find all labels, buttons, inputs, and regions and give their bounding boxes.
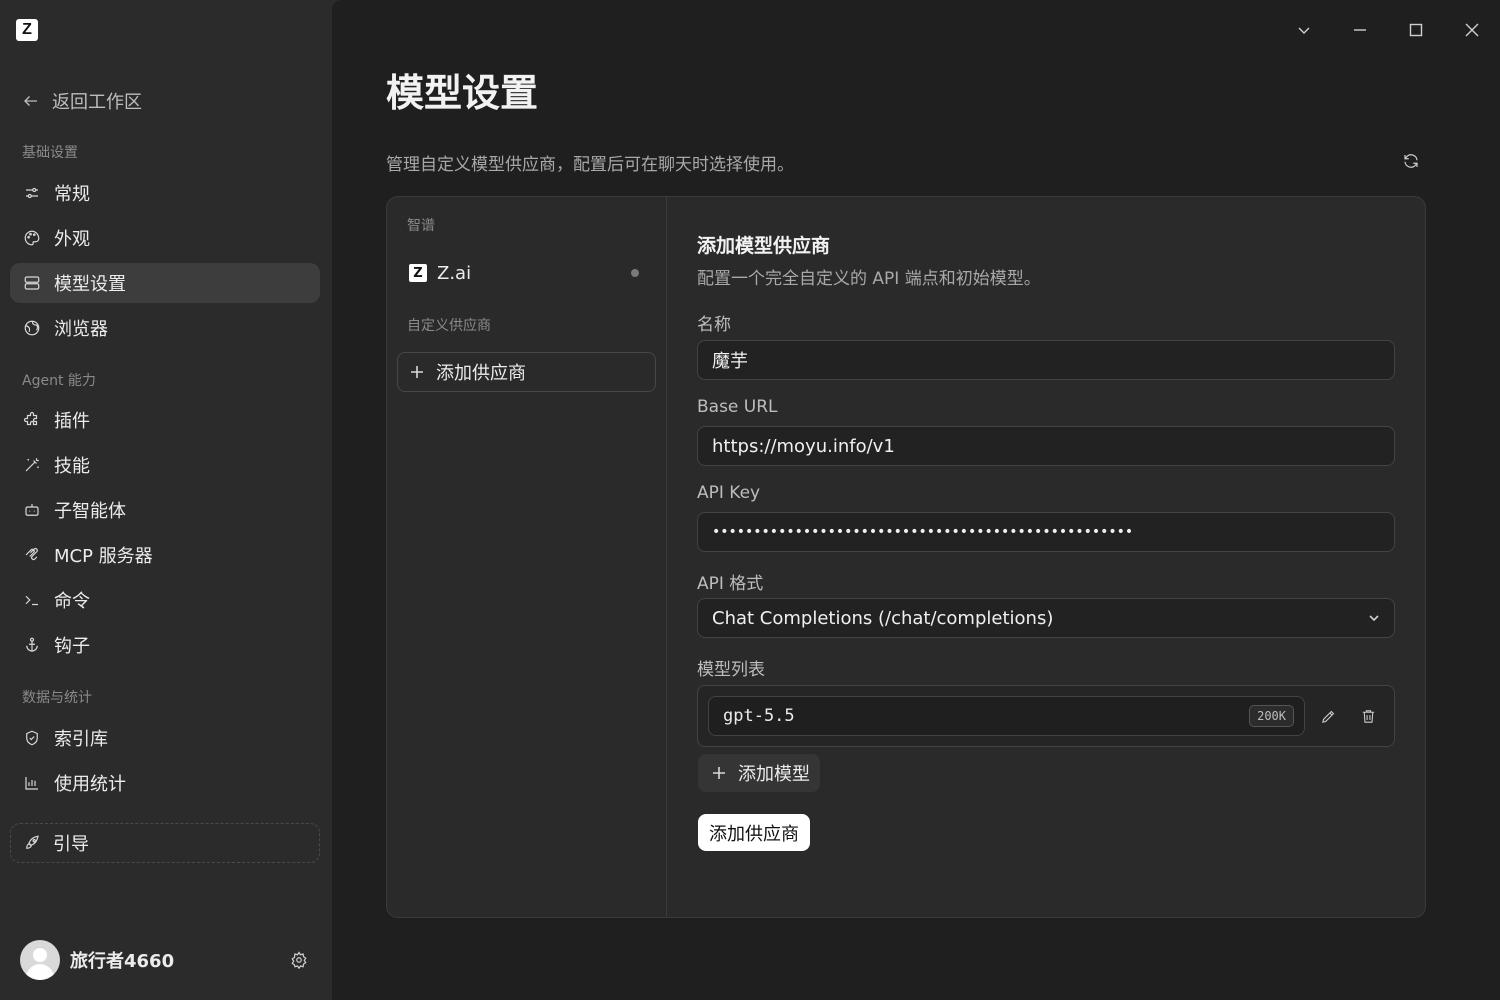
sidebar-item-browser[interactable]: 浏览器 — [10, 308, 320, 348]
sidebar-item-plugins[interactable]: 插件 — [10, 400, 320, 440]
list-item: gpt-5.5 200K — [708, 696, 1305, 736]
minimize-icon[interactable] — [1332, 0, 1388, 60]
gear-icon[interactable] — [288, 949, 310, 971]
shield-icon — [22, 728, 42, 748]
submit-add-provider-button[interactable]: 添加供应商 — [698, 814, 810, 851]
sidebar-item-usage-stats[interactable]: 使用统计 — [10, 763, 320, 803]
provider-item-zai[interactable]: Z Z.ai — [397, 253, 655, 293]
maximize-icon[interactable] — [1388, 0, 1444, 60]
page-title: 模型设置 — [386, 71, 539, 115]
section-label-basic: 基础设置 — [22, 145, 78, 161]
globe-icon — [22, 318, 42, 338]
form-subtitle: 配置一个完全自定义的 API 端点和初始模型。 — [697, 269, 1041, 289]
provider-list: 智谱 Z Z.ai 自定义供应商 添加供应商 — [387, 197, 667, 917]
arrow-left-icon — [24, 96, 37, 106]
puzzle-icon — [22, 410, 42, 430]
sidebar-item-model-settings[interactable]: 模型设置 — [10, 263, 320, 303]
palette-icon — [22, 228, 42, 248]
provider-group-custom: 自定义供应商 — [407, 318, 491, 334]
server-icon — [22, 273, 42, 293]
model-name: gpt-5.5 — [723, 706, 795, 726]
guide-button[interactable]: 引导 — [10, 823, 320, 863]
user-profile: 旅行者4660 — [20, 940, 310, 980]
plus-icon — [411, 366, 423, 378]
chevron-down-icon — [1369, 615, 1379, 622]
name-input[interactable]: 魔芋 — [697, 340, 1395, 380]
back-to-workspace-link[interactable]: 返回工作区 — [22, 86, 142, 116]
sidebar-item-skills[interactable]: 技能 — [10, 445, 320, 485]
api-key-input[interactable]: ••••••••••••••••••••••••••••••••••••••••… — [697, 512, 1395, 552]
app-logo: Z — [16, 19, 38, 41]
add-provider-button[interactable]: 添加供应商 — [397, 352, 656, 392]
main-content: 模型设置 管理自定义模型供应商，配置后可在聊天时选择使用。 智谱 Z Z.ai … — [332, 0, 1500, 1000]
model-list-label: 模型列表 — [697, 660, 765, 680]
name-label: 名称 — [697, 315, 731, 335]
sidebar: Z 返回工作区 基础设置 常规 外观 模型设置 浏览器 Agent 能力 插件 — [0, 0, 332, 1000]
anchor-icon — [22, 635, 42, 655]
pencil-icon[interactable] — [1318, 706, 1338, 726]
user-name: 旅行者4660 — [70, 951, 175, 972]
section-label-agent: Agent 能力 — [22, 373, 96, 389]
sidebar-item-subagents[interactable]: 子智能体 — [10, 490, 320, 530]
sidebar-item-hooks[interactable]: 钩子 — [10, 625, 320, 665]
model-list: gpt-5.5 200K — [697, 685, 1395, 747]
sidebar-item-general[interactable]: 常规 — [10, 173, 320, 213]
sidebar-item-appearance[interactable]: 外观 — [10, 218, 320, 258]
provider-group-builtin: 智谱 — [407, 218, 435, 234]
plus-icon — [713, 767, 725, 779]
api-format-label: API 格式 — [697, 574, 764, 594]
trash-icon[interactable] — [1358, 706, 1378, 726]
context-badge: 200K — [1249, 705, 1294, 727]
app-window: Z 返回工作区 基础设置 常规 外观 模型设置 浏览器 Agent 能力 插件 — [0, 0, 1500, 1000]
base-url-input[interactable]: https://moyu.info/v1 — [697, 426, 1395, 466]
base-url-label: Base URL — [697, 397, 778, 417]
magic-wand-icon — [22, 455, 42, 475]
sidebar-item-commands[interactable]: 命令 — [10, 580, 320, 620]
chevron-down-icon[interactable] — [1276, 0, 1332, 60]
section-label-data: 数据与统计 — [22, 690, 92, 706]
form-title: 添加模型供应商 — [697, 235, 831, 257]
sidebar-item-mcp-servers[interactable]: MCP 服务器 — [10, 535, 320, 575]
zai-logo-icon: Z — [409, 264, 427, 282]
refresh-icon[interactable] — [1400, 150, 1422, 172]
terminal-icon — [22, 590, 42, 610]
sliders-icon — [22, 183, 42, 203]
provider-form: 添加模型供应商 配置一个完全自定义的 API 端点和初始模型。 名称 魔芋 Ba… — [697, 197, 1397, 917]
rocket-icon — [26, 835, 39, 849]
sidebar-item-index[interactable]: 索引库 — [10, 718, 320, 758]
avatar[interactable] — [20, 940, 60, 980]
provider-card: 智谱 Z Z.ai 自定义供应商 添加供应商 添加模型供应商 配置一个完全自定义… — [386, 196, 1426, 918]
page-description: 管理自定义模型供应商，配置后可在聊天时选择使用。 — [386, 155, 794, 175]
bar-chart-icon — [22, 773, 42, 793]
api-key-label: API Key — [697, 483, 761, 503]
close-icon[interactable] — [1444, 0, 1500, 60]
bot-icon — [22, 500, 42, 520]
window-controls — [1276, 0, 1500, 60]
mcp-icon — [22, 545, 42, 565]
add-model-button[interactable]: 添加模型 — [698, 754, 820, 792]
api-format-select[interactable]: Chat Completions (/chat/completions) — [697, 598, 1395, 638]
status-dot — [631, 269, 639, 277]
